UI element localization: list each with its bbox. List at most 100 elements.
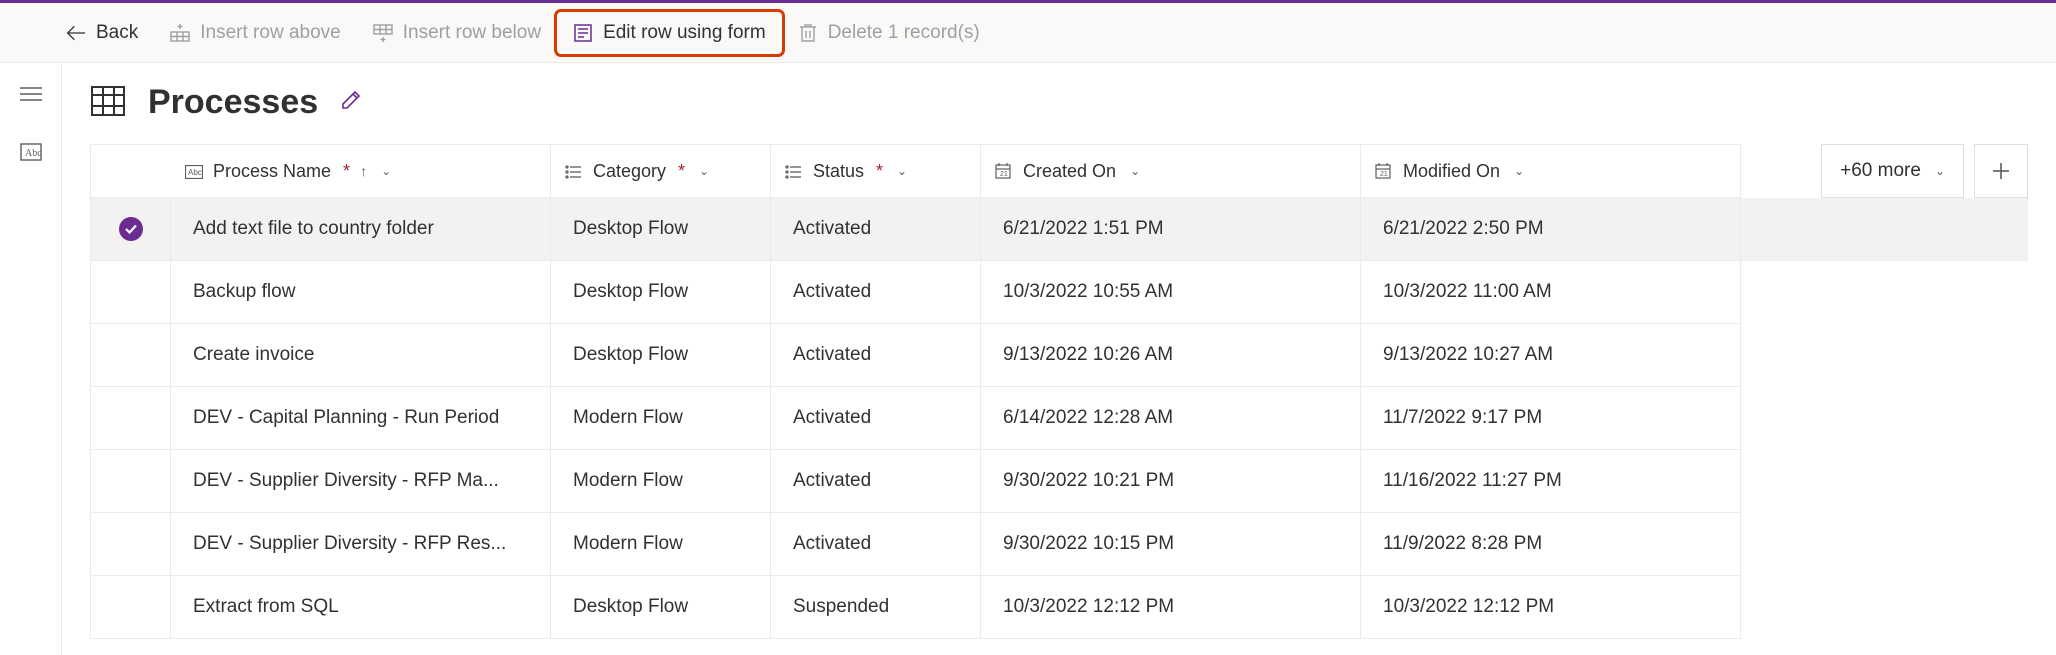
column-header-category[interactable]: Category* ⌄ (551, 144, 771, 198)
select-all-header[interactable] (91, 144, 171, 198)
created-on-cell[interactable]: 10/3/2022 10:55 AM (981, 261, 1361, 324)
optionset-column-icon (565, 163, 583, 179)
edit-title-button[interactable] (340, 89, 362, 116)
process-name-cell[interactable]: Backup flow (171, 261, 551, 324)
add-column-button[interactable] (1974, 144, 2028, 198)
column-header-status[interactable]: Status * ⌄ (771, 144, 981, 198)
category-cell[interactable]: Modern Flow (551, 387, 771, 450)
required-marker: * (343, 161, 350, 182)
insert-row-above-button[interactable]: Insert row above (156, 14, 354, 52)
created-on-cell[interactable]: 9/30/2022 10:15 PM (981, 513, 1361, 576)
row-select-cell[interactable] (91, 513, 171, 576)
chevron-down-icon: ⌄ (381, 164, 391, 178)
svg-text:21: 21 (1380, 171, 1388, 178)
delete-records-button[interactable]: Delete 1 record(s) (784, 14, 994, 52)
category-cell[interactable]: Desktop Flow (551, 324, 771, 387)
category-cell[interactable]: Modern Flow (551, 513, 771, 576)
status-cell[interactable]: Activated (771, 324, 981, 387)
category-cell[interactable]: Desktop Flow (551, 198, 771, 261)
back-button[interactable]: Back (52, 14, 152, 52)
status-cell[interactable]: Suspended (771, 576, 981, 639)
created-on-cell[interactable]: 10/3/2022 12:12 PM (981, 576, 1361, 639)
content-area: Processes Abc Process Name* ↑ ⌄ (62, 63, 2056, 655)
toolbar: Back Insert row above Insert row below E… (0, 3, 2056, 63)
chevron-down-icon: ⌄ (1935, 164, 1945, 178)
process-name-cell[interactable]: DEV - Supplier Diversity - RFP Res... (171, 513, 551, 576)
insert-row-above-label: Insert row above (200, 22, 340, 44)
column-header-modified-on[interactable]: 21 Modified On ⌄ (1361, 144, 1741, 198)
process-name-cell[interactable]: Create invoice (171, 324, 551, 387)
nav-menu-button[interactable] (11, 75, 51, 113)
optionset-column-icon (785, 163, 803, 179)
chevron-down-icon: ⌄ (699, 164, 709, 178)
insert-row-below-button[interactable]: Insert row below (359, 14, 555, 52)
svg-text:21: 21 (1000, 171, 1008, 178)
status-cell[interactable]: Activated (771, 450, 981, 513)
modified-on-cell[interactable]: 10/3/2022 12:12 PM (1361, 576, 1741, 639)
table-row[interactable]: Extract from SQLDesktop FlowSuspended10/… (90, 576, 2028, 639)
created-on-cell[interactable]: 6/14/2022 12:28 AM (981, 387, 1361, 450)
row-select-cell[interactable] (91, 450, 171, 513)
edit-row-form-button[interactable]: Edit row using form (559, 14, 780, 52)
data-grid: Abc Process Name* ↑ ⌄ Category* ⌄ (90, 144, 2028, 639)
modified-on-cell[interactable]: 6/21/2022 2:50 PM (1361, 198, 1741, 261)
svg-text:Abc: Abc (25, 148, 42, 159)
column-label: Process Name (213, 161, 331, 182)
required-marker: * (876, 161, 883, 182)
created-on-cell[interactable]: 9/13/2022 10:26 AM (981, 324, 1361, 387)
column-label: Category (593, 161, 666, 182)
process-name-cell[interactable]: Add text file to country folder (171, 198, 551, 261)
row-select-cell[interactable] (91, 576, 171, 639)
process-name-cell[interactable]: Extract from SQL (171, 576, 551, 639)
created-on-cell[interactable]: 6/21/2022 1:51 PM (981, 198, 1361, 261)
chevron-down-icon: ⌄ (1130, 164, 1140, 178)
modified-on-cell[interactable]: 10/3/2022 11:00 AM (1361, 261, 1741, 324)
delete-records-label: Delete 1 record(s) (828, 22, 980, 44)
svg-text:Abc: Abc (188, 168, 202, 177)
date-column-icon: 21 (1375, 163, 1393, 179)
more-columns-label: +60 more (1840, 160, 1921, 182)
chevron-down-icon: ⌄ (897, 164, 907, 178)
modified-on-cell[interactable]: 11/9/2022 8:28 PM (1361, 513, 1741, 576)
grid-body: Add text file to country folderDesktop F… (90, 198, 2028, 639)
checkmark-icon (119, 217, 143, 241)
created-on-cell[interactable]: 9/30/2022 10:21 PM (981, 450, 1361, 513)
table-row[interactable]: DEV - Capital Planning - Run PeriodModer… (90, 387, 2028, 450)
more-columns-button[interactable]: +60 more ⌄ (1821, 144, 1964, 198)
status-cell[interactable]: Activated (771, 513, 981, 576)
modified-on-cell[interactable]: 9/13/2022 10:27 AM (1361, 324, 1741, 387)
pencil-icon (340, 89, 362, 111)
table-row[interactable]: Create invoiceDesktop FlowActivated9/13/… (90, 324, 2028, 387)
row-select-cell[interactable] (91, 261, 171, 324)
column-header-created-on[interactable]: 21 Created On ⌄ (981, 144, 1361, 198)
nav-text-button[interactable]: Abc (11, 133, 51, 171)
column-label: Modified On (1403, 161, 1500, 182)
table-row[interactable]: Backup flowDesktop FlowActivated10/3/202… (90, 261, 2028, 324)
table-row[interactable]: Add text file to country folderDesktop F… (90, 198, 2028, 261)
table-row[interactable]: DEV - Supplier Diversity - RFP Ma...Mode… (90, 450, 2028, 513)
table-row[interactable]: DEV - Supplier Diversity - RFP Res...Mod… (90, 513, 2028, 576)
status-cell[interactable]: Activated (771, 387, 981, 450)
process-name-cell[interactable]: DEV - Capital Planning - Run Period (171, 387, 551, 450)
arrow-left-icon (66, 23, 86, 43)
column-label: Status (813, 161, 864, 182)
modified-on-cell[interactable]: 11/7/2022 9:17 PM (1361, 387, 1741, 450)
page-title: Processes (148, 83, 318, 122)
grid-header-row: Abc Process Name* ↑ ⌄ Category* ⌄ (90, 144, 2028, 198)
text-column-icon: Abc (185, 163, 203, 179)
column-header-process-name[interactable]: Abc Process Name* ↑ ⌄ (171, 144, 551, 198)
left-rail: Abc (0, 63, 62, 655)
insert-row-above-icon (170, 23, 190, 43)
row-select-cell[interactable] (91, 198, 171, 261)
row-select-cell[interactable] (91, 387, 171, 450)
modified-on-cell[interactable]: 11/16/2022 11:27 PM (1361, 450, 1741, 513)
row-select-cell[interactable] (91, 324, 171, 387)
status-cell[interactable]: Activated (771, 198, 981, 261)
insert-row-below-icon (373, 23, 393, 43)
category-cell[interactable]: Modern Flow (551, 450, 771, 513)
process-name-cell[interactable]: DEV - Supplier Diversity - RFP Ma... (171, 450, 551, 513)
category-cell[interactable]: Desktop Flow (551, 261, 771, 324)
status-cell[interactable]: Activated (771, 261, 981, 324)
back-label: Back (96, 22, 138, 44)
category-cell[interactable]: Desktop Flow (551, 576, 771, 639)
